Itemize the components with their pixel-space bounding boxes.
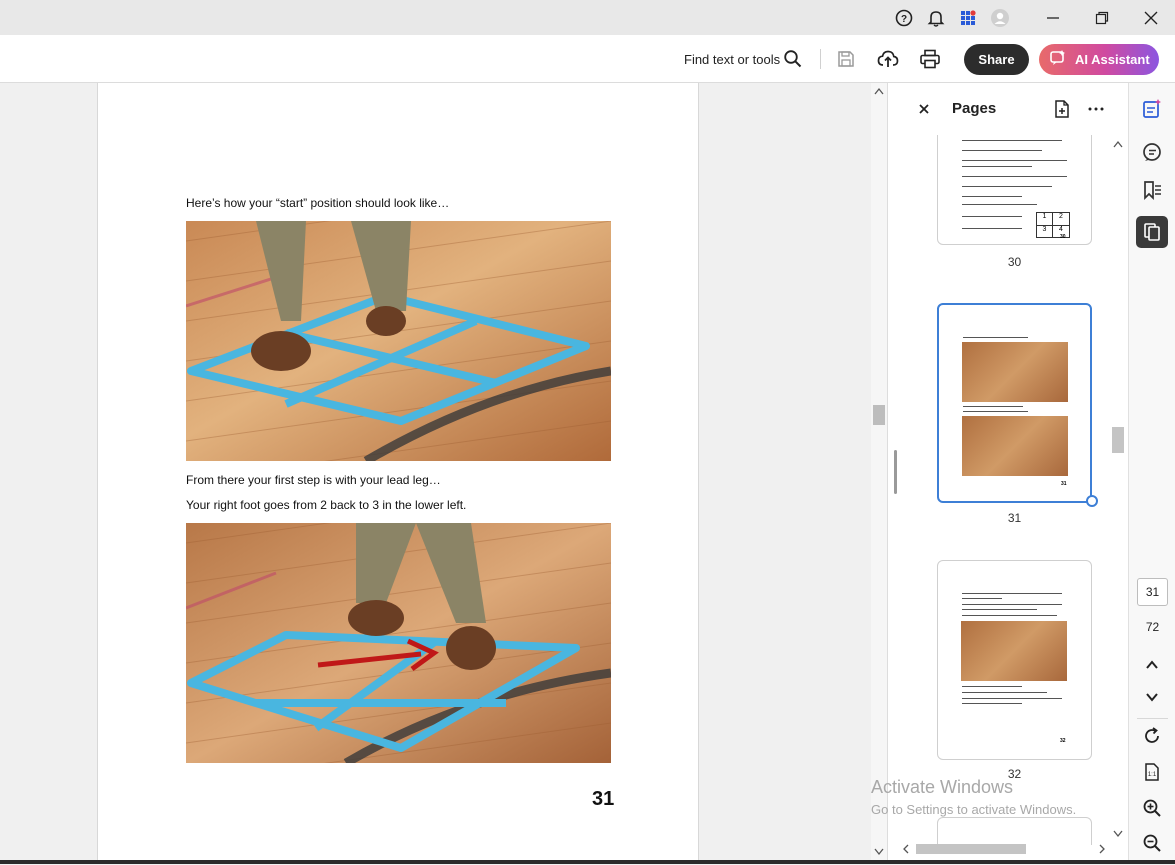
thumb-photo-2 bbox=[962, 416, 1068, 476]
thumbnail-hscrollbar[interactable] bbox=[898, 841, 1110, 857]
total-pages-label: 72 bbox=[1145, 620, 1160, 634]
rotate-icon[interactable] bbox=[1140, 724, 1164, 748]
toolbar-divider bbox=[820, 49, 821, 69]
thumb-photo-3 bbox=[961, 621, 1067, 681]
svg-text:1:1: 1:1 bbox=[1148, 772, 1157, 778]
zoom-out-icon[interactable] bbox=[1140, 831, 1164, 855]
right-tool-rail: 31 72 1:1 bbox=[1128, 83, 1175, 860]
bell-icon[interactable] bbox=[926, 8, 946, 28]
chevron-up-icon[interactable] bbox=[1140, 653, 1164, 677]
edit-ai-icon[interactable] bbox=[1140, 97, 1164, 121]
chevron-down-icon[interactable] bbox=[1140, 685, 1164, 709]
comment-icon[interactable] bbox=[1140, 140, 1164, 164]
svg-text:?: ? bbox=[901, 14, 907, 25]
thumbnail-resize-handle[interactable] bbox=[1086, 495, 1098, 507]
print-icon[interactable] bbox=[918, 47, 942, 71]
thumbnail-page-32[interactable]: 32 bbox=[937, 560, 1092, 760]
photo-first-step bbox=[186, 523, 611, 763]
avatar-icon[interactable] bbox=[990, 8, 1010, 28]
cloud-upload-icon[interactable] bbox=[876, 47, 900, 71]
taskbar-edge bbox=[0, 860, 1175, 864]
bookmarks-icon[interactable] bbox=[1140, 178, 1164, 202]
thumbnail-page-31[interactable]: 31 bbox=[937, 303, 1092, 503]
caption-start-position: Here’s how your “start” position should … bbox=[186, 196, 450, 210]
activate-windows-title: Activate Windows bbox=[871, 777, 1014, 797]
insert-page-icon[interactable] bbox=[1052, 99, 1072, 124]
caption-first-step: From there your first step is with your … bbox=[186, 473, 441, 487]
save-icon[interactable] bbox=[834, 47, 858, 71]
more-options-icon[interactable] bbox=[1087, 100, 1105, 123]
pages-panel-title: Pages bbox=[952, 100, 997, 117]
document-scrollbar[interactable] bbox=[871, 83, 887, 860]
panel-resize-handle[interactable] bbox=[894, 450, 897, 494]
rail-divider bbox=[1137, 718, 1168, 719]
ai-sparkle-icon bbox=[1049, 49, 1067, 70]
title-bar: ? bbox=[0, 0, 1175, 35]
document-viewport[interactable]: Here’s how your “start” position should … bbox=[0, 83, 871, 860]
main-toolbar: Find text or tools Share AI Assistant bbox=[0, 35, 1175, 83]
fit-page-icon[interactable]: 1:1 bbox=[1140, 760, 1164, 784]
find-text-label[interactable]: Find text or tools bbox=[684, 52, 780, 67]
close-window-icon[interactable] bbox=[1141, 8, 1161, 28]
restore-icon[interactable] bbox=[1092, 8, 1112, 28]
thumbnail-label-31: 31 bbox=[1007, 511, 1022, 525]
minimize-icon[interactable] bbox=[1043, 8, 1063, 28]
apps-grid-icon[interactable] bbox=[958, 8, 978, 28]
pages-panel: Pages 1 2 3 4 30 30 31 31 32 32 bbox=[887, 83, 1128, 860]
share-button[interactable]: Share bbox=[964, 44, 1029, 75]
zoom-in-icon[interactable] bbox=[1140, 796, 1164, 820]
ai-assistant-button[interactable]: AI Assistant bbox=[1039, 44, 1159, 75]
close-panel-icon[interactable] bbox=[918, 102, 930, 120]
caption-right-foot: Your right foot goes from 2 back to 3 in… bbox=[186, 498, 467, 512]
help-icon[interactable]: ? bbox=[894, 8, 914, 28]
search-icon[interactable] bbox=[781, 47, 805, 71]
page-number-label: 31 bbox=[592, 788, 615, 810]
pages-thumbnails-icon[interactable] bbox=[1136, 216, 1168, 248]
thumbnail-scrollbar[interactable] bbox=[1110, 135, 1126, 845]
thumbnail-page-30[interactable]: 1 2 3 4 30 bbox=[937, 135, 1092, 245]
activate-windows-subtitle: Go to Settings to activate Windows. bbox=[871, 802, 1077, 817]
thumb-photo-1 bbox=[962, 342, 1068, 402]
thumbnail-list[interactable]: 1 2 3 4 30 30 31 31 32 32 bbox=[888, 135, 1114, 845]
thumbnail-label-30: 30 bbox=[1007, 255, 1022, 269]
current-page-input[interactable]: 31 bbox=[1137, 578, 1168, 606]
pdf-page: Here’s how your “start” position should … bbox=[97, 83, 699, 860]
photo-start-position bbox=[186, 221, 611, 461]
